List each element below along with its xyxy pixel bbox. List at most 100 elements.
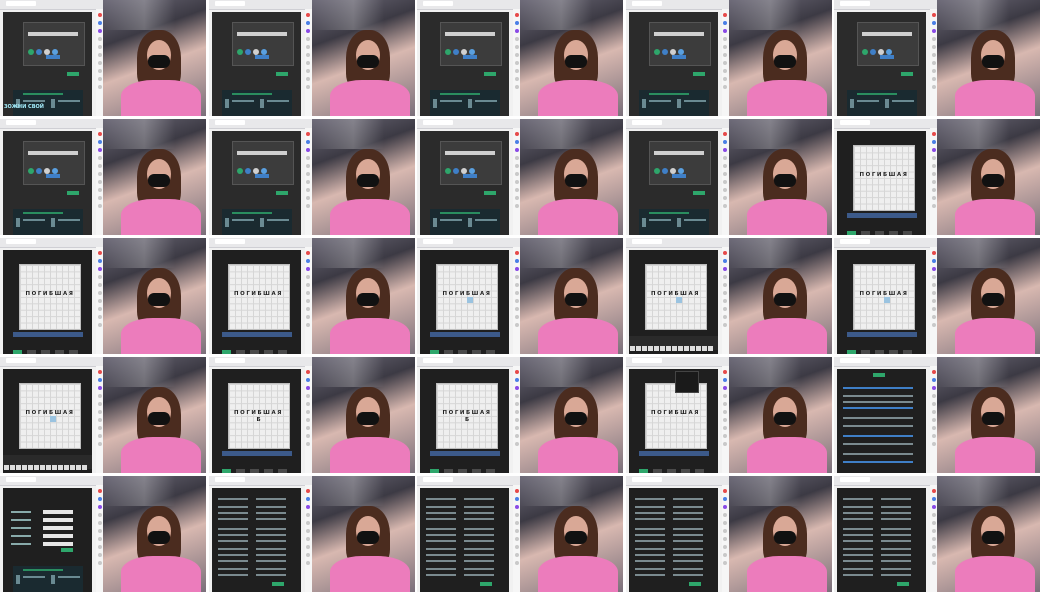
key[interactable] (22, 465, 27, 470)
modal-button[interactable] (46, 55, 60, 59)
selected-cell[interactable] (675, 297, 682, 304)
word-input[interactable] (847, 332, 917, 337)
key[interactable] (82, 465, 87, 470)
key[interactable] (70, 465, 75, 470)
modal-button[interactable] (46, 174, 60, 178)
start-button[interactable] (484, 191, 496, 195)
dropdown-menu[interactable] (674, 371, 699, 393)
board-word: ПОГИБШАЯ (234, 291, 283, 297)
selected-cell[interactable] (467, 297, 473, 304)
on-screen-keyboard[interactable] (3, 455, 92, 470)
key[interactable] (659, 346, 665, 351)
key[interactable] (671, 346, 677, 351)
form-field[interactable] (43, 518, 73, 522)
modal-button[interactable] (671, 174, 686, 178)
share-icon[interactable] (236, 49, 243, 55)
invite-link-field[interactable] (28, 151, 78, 155)
start-button[interactable] (901, 72, 913, 76)
key[interactable] (52, 465, 57, 470)
key[interactable] (695, 346, 701, 351)
key[interactable] (58, 465, 63, 470)
word-input[interactable] (13, 332, 83, 337)
form-field[interactable] (43, 542, 73, 546)
invite-link-field[interactable] (28, 32, 78, 36)
share-icon[interactable] (862, 49, 868, 55)
word-input[interactable] (221, 451, 292, 456)
start-button[interactable] (692, 72, 705, 76)
modal-button[interactable] (463, 174, 477, 178)
start-button[interactable] (271, 582, 284, 586)
word-input[interactable] (847, 213, 917, 218)
word-input[interactable] (221, 332, 292, 337)
share-icon[interactable] (36, 49, 42, 55)
form-field[interactable] (43, 526, 73, 530)
invite-link-field[interactable] (653, 151, 704, 155)
start-button[interactable] (688, 582, 701, 586)
share-icon[interactable] (28, 168, 34, 174)
share-icon[interactable] (453, 49, 459, 55)
share-icon[interactable] (453, 168, 459, 174)
key[interactable] (34, 465, 39, 470)
modal-button[interactable] (880, 55, 894, 59)
start-button[interactable] (275, 72, 288, 76)
modal-button[interactable] (463, 55, 477, 59)
start-button[interactable] (275, 191, 288, 195)
share-icon[interactable] (28, 49, 34, 55)
share-icon[interactable] (445, 168, 451, 174)
share-icon[interactable] (445, 49, 451, 55)
invite-link-field[interactable] (236, 151, 287, 155)
share-icon[interactable] (661, 168, 668, 174)
invite-link-field[interactable] (445, 151, 495, 155)
key[interactable] (707, 346, 713, 351)
modal-button[interactable] (254, 174, 269, 178)
on-screen-keyboard[interactable] (628, 336, 718, 351)
submit-button[interactable] (61, 548, 73, 552)
key[interactable] (689, 346, 695, 351)
key[interactable] (46, 465, 51, 470)
key[interactable] (28, 465, 33, 470)
word-input[interactable] (638, 451, 709, 456)
start-button[interactable] (692, 191, 705, 195)
selected-cell[interactable] (884, 297, 890, 304)
key[interactable] (641, 346, 647, 351)
key[interactable] (4, 465, 9, 470)
key[interactable] (665, 346, 671, 351)
modal-button[interactable] (671, 55, 686, 59)
action-button[interactable] (873, 373, 885, 377)
word-input[interactable] (430, 451, 500, 456)
form-field[interactable] (43, 534, 73, 538)
key[interactable] (647, 346, 653, 351)
key[interactable] (10, 465, 15, 470)
start-button[interactable] (67, 191, 79, 195)
start-button[interactable] (480, 582, 492, 586)
key[interactable] (16, 465, 21, 470)
share-icon[interactable] (36, 168, 42, 174)
key[interactable] (635, 346, 641, 351)
key[interactable] (701, 346, 707, 351)
share-icon[interactable] (244, 168, 251, 174)
share-icon[interactable] (870, 49, 876, 55)
key[interactable] (629, 346, 635, 351)
key[interactable] (64, 465, 69, 470)
key[interactable] (653, 346, 659, 351)
modal-button[interactable] (254, 55, 269, 59)
share-icon[interactable] (653, 168, 660, 174)
share-icon[interactable] (236, 168, 243, 174)
start-button[interactable] (897, 582, 909, 586)
start-button[interactable] (67, 72, 79, 76)
form-field[interactable] (43, 510, 73, 514)
word-input[interactable] (430, 332, 500, 337)
key[interactable] (40, 465, 45, 470)
key[interactable] (76, 465, 81, 470)
start-button[interactable] (484, 72, 496, 76)
share-icon[interactable] (653, 49, 660, 55)
invite-link-field[interactable] (862, 32, 912, 36)
share-icon[interactable] (244, 49, 251, 55)
invite-link-field[interactable] (653, 32, 704, 36)
key[interactable] (683, 346, 689, 351)
invite-link-field[interactable] (236, 32, 287, 36)
share-icon[interactable] (661, 49, 668, 55)
invite-link-field[interactable] (445, 32, 495, 36)
key[interactable] (677, 346, 683, 351)
selected-cell[interactable] (50, 416, 56, 423)
